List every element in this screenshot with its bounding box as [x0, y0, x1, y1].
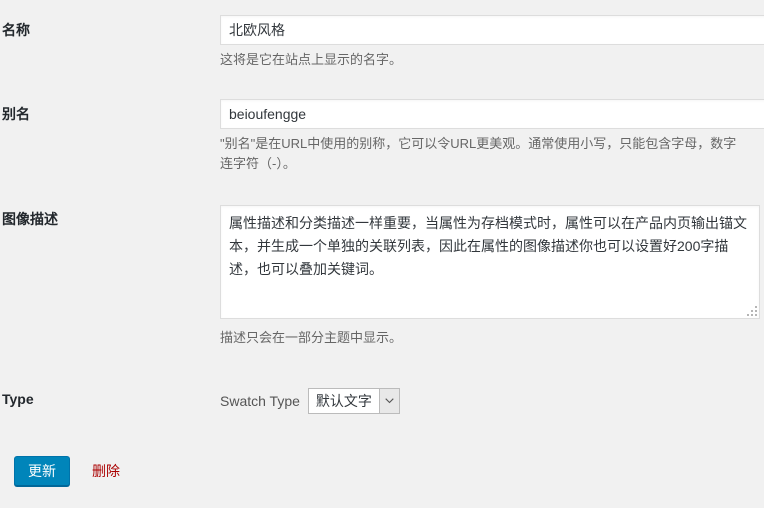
- slug-help-line-2: 连字符（-）。: [220, 154, 764, 174]
- term-edit-form: 名称 这将是它在站点上显示的名字。 别名 "别名"是在URL中使用的别称，它可以…: [0, 0, 764, 508]
- name-help-line-1: 这将是它在站点上显示的名字。: [220, 50, 764, 70]
- name-input[interactable]: [220, 15, 764, 45]
- swatch-type-selected-value: 默认文字: [309, 389, 379, 413]
- swatch-type-label: Swatch Type: [220, 393, 300, 409]
- slug-help: "别名"是在URL中使用的别称，它可以令URL更美观。通常使用小写，只能包含字母…: [220, 134, 764, 174]
- description-label: 图像描述: [2, 210, 58, 228]
- swatch-type-select[interactable]: 默认文字: [308, 388, 400, 414]
- swatch-type-group: Swatch Type 默认文字: [220, 388, 400, 414]
- slug-help-line-1: "别名"是在URL中使用的别称，它可以令URL更美观。通常使用小写，只能包含字母…: [220, 134, 764, 154]
- form-actions: 更新 删除: [14, 456, 120, 486]
- description-help: 描述只会在一部分主题中显示。: [220, 328, 764, 348]
- description-help-line-1: 描述只会在一部分主题中显示。: [220, 328, 764, 348]
- name-help: 这将是它在站点上显示的名字。: [220, 50, 764, 70]
- name-label: 名称: [2, 21, 30, 39]
- slug-input[interactable]: [220, 99, 764, 129]
- update-button[interactable]: 更新: [14, 456, 70, 486]
- chevron-down-icon: [379, 389, 399, 413]
- type-label: Type: [2, 390, 34, 408]
- slug-label: 别名: [2, 105, 30, 123]
- delete-link[interactable]: 删除: [92, 461, 120, 481]
- description-textarea[interactable]: 属性描述和分类描述一样重要，当属性为存档模式时，属性可以在产品内页输出锚文本，并…: [220, 205, 760, 319]
